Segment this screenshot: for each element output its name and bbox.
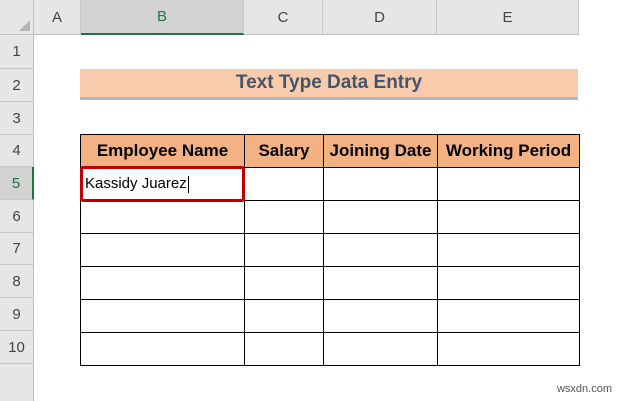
select-all-triangle-icon (19, 20, 30, 31)
table-cell[interactable] (323, 332, 438, 366)
column-header-a[interactable]: A (34, 0, 81, 35)
row-header-5[interactable]: 5 (0, 167, 34, 200)
table-row (80, 266, 580, 300)
header-salary[interactable]: Salary (244, 134, 324, 168)
table-row: Kassidy Juarez (80, 167, 580, 201)
table-row (80, 200, 580, 234)
table-cell[interactable] (323, 200, 438, 234)
table-row (80, 299, 580, 333)
table-cell[interactable] (323, 266, 438, 300)
table-cell[interactable] (323, 167, 438, 201)
column-header-c[interactable]: C (244, 0, 323, 35)
sheet-title[interactable]: Text Type Data Entry (80, 69, 578, 100)
row-header-9[interactable]: 9 (0, 298, 34, 331)
table-cell[interactable] (244, 233, 324, 267)
table-cell[interactable] (244, 167, 324, 201)
table-cell[interactable] (80, 332, 245, 366)
row-header-6[interactable]: 6 (0, 200, 34, 233)
row-header-3[interactable]: 3 (0, 102, 34, 135)
column-header-e[interactable]: E (437, 0, 579, 35)
table-cell[interactable] (437, 200, 580, 234)
table-header-row: Employee Name Salary Joining Date Workin… (80, 134, 580, 168)
header-employee-name[interactable]: Employee Name (80, 134, 245, 168)
table-cell[interactable] (244, 266, 324, 300)
table-row (80, 233, 580, 267)
table-cell[interactable] (244, 200, 324, 234)
row-header-10[interactable]: 10 (0, 331, 34, 364)
column-header-b[interactable]: B (81, 0, 244, 35)
row-header-7[interactable]: 7 (0, 233, 34, 265)
table-cell[interactable] (323, 233, 438, 267)
text-cursor (187, 175, 189, 193)
table-cell[interactable] (323, 299, 438, 333)
table-cell[interactable] (244, 332, 324, 366)
row-header-8[interactable]: 8 (0, 265, 34, 298)
table-cell[interactable] (437, 332, 580, 366)
table-cell[interactable] (437, 266, 580, 300)
table-cell[interactable] (437, 299, 580, 333)
header-working-period[interactable]: Working Period (437, 134, 580, 168)
row-header-2[interactable]: 2 (0, 69, 34, 102)
header-joining-date[interactable]: Joining Date (323, 134, 438, 168)
column-header-d[interactable]: D (323, 0, 437, 35)
table-cell[interactable] (80, 200, 245, 234)
table-cell[interactable] (80, 299, 245, 333)
select-all-corner[interactable] (0, 0, 34, 35)
table-row (80, 332, 580, 366)
table-cell[interactable] (437, 167, 580, 201)
row-header-1[interactable]: 1 (0, 35, 34, 69)
cell-entry-text: Kassidy Juarez (85, 175, 187, 193)
table-cell[interactable] (244, 299, 324, 333)
row-header-4[interactable]: 4 (0, 135, 34, 167)
cell-b5-active[interactable]: Kassidy Juarez (80, 167, 245, 201)
row-header-blank (0, 364, 34, 401)
table-cell[interactable] (80, 266, 245, 300)
watermark: wsxdn.com (556, 383, 612, 395)
table-cell[interactable] (437, 233, 580, 267)
table-cell[interactable] (80, 233, 245, 267)
employee-table: Employee Name Salary Joining Date Workin… (80, 134, 580, 366)
